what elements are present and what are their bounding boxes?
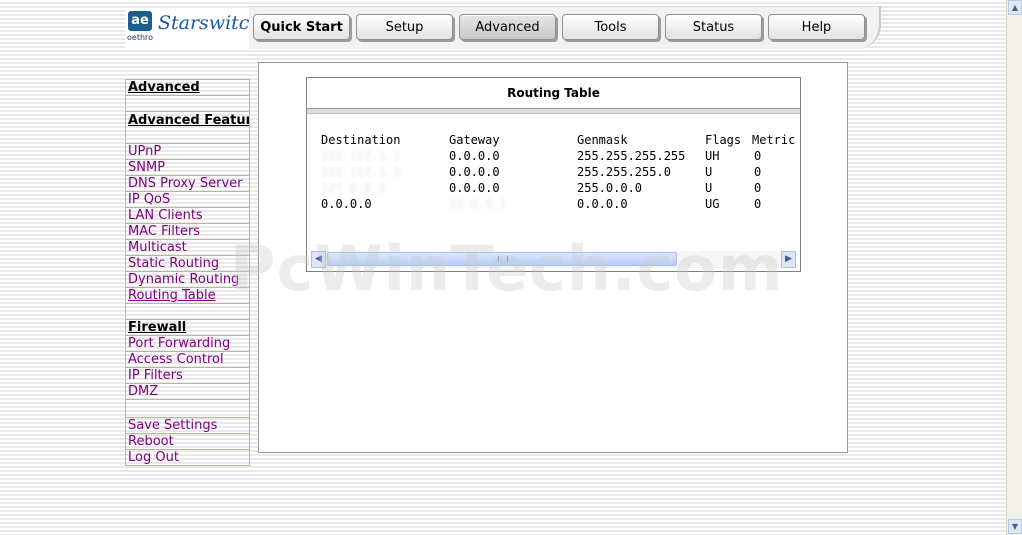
cell-metric: 0	[754, 149, 762, 163]
sidebar-item-dmz[interactable]: DMZ	[125, 384, 250, 400]
brand-name: Starswitch	[158, 12, 262, 34]
sidebar-spacer	[125, 96, 250, 112]
cell-genmask: 255.255.255.0	[577, 165, 671, 179]
tab-tools[interactable]: Tools	[562, 14, 659, 40]
sidebar-spacer	[125, 400, 250, 418]
cell-destination: 127.0.0.0	[321, 181, 387, 195]
cell-gateway: 0.0.0.0	[449, 181, 500, 195]
cell-genmask: 255.0.0.0	[577, 181, 643, 195]
sidebar-heading-firewall: Firewall	[125, 320, 250, 336]
title-separator	[307, 108, 800, 114]
sidebar-item-ip-filters[interactable]: IP Filters	[125, 368, 250, 384]
cell-gateway: 0.0.0.0	[449, 149, 500, 163]
cell-flags: UG	[705, 197, 720, 211]
brand-logo: ae oethro Starswitch	[125, 10, 262, 48]
sidebar-item-save-settings[interactable]: Save Settings	[125, 418, 250, 434]
column-header-flags: Flags	[705, 133, 742, 147]
sidebar-item-log-out[interactable]: Log Out	[125, 450, 250, 466]
sidebar-item-reboot[interactable]: Reboot	[125, 434, 250, 450]
tab-status[interactable]: Status	[665, 14, 762, 40]
top-nav: Quick Start Setup Advanced Tools Status …	[249, 6, 881, 49]
routing-table-title: Routing Table	[507, 86, 600, 100]
column-header-metric: Metric	[752, 133, 796, 147]
cell-metric: 0	[754, 165, 762, 179]
scroll-down-arrow-icon[interactable]: ▼	[1008, 519, 1022, 534]
cell-destination: 192.168.1.1	[321, 149, 401, 163]
sidebar-item-lan-clients[interactable]: LAN Clients	[125, 208, 250, 224]
cell-destination: 192.168.1.0	[321, 165, 401, 179]
logo-subtext: oethro	[127, 33, 154, 42]
sidebar-spacer	[125, 304, 250, 320]
sidebar-item-dns-proxy[interactable]: DNS Proxy Server	[125, 176, 250, 192]
sidebar-item-port-forwarding[interactable]: Port Forwarding	[125, 336, 250, 352]
cell-flags: U	[705, 165, 713, 179]
tab-quick-start[interactable]: Quick Start	[253, 14, 350, 40]
watermark: PcWinTech.com	[230, 232, 784, 305]
cell-metric: 0	[754, 181, 762, 195]
tab-help[interactable]: Help	[768, 14, 865, 40]
scroll-up-arrow-icon[interactable]: ▲	[1008, 0, 1022, 15]
sidebar-item-snmp[interactable]: SNMP	[125, 160, 250, 176]
column-header-genmask: Genmask	[577, 133, 628, 147]
cell-genmask: 255.255.255.255	[577, 149, 686, 163]
sidebar-item-ip-qos[interactable]: IP QoS	[125, 192, 250, 208]
sidebar-heading-advanced-features: Advanced Features	[125, 112, 250, 144]
cell-flags: UH	[705, 149, 720, 163]
cell-gateway: 10.0.0.1	[449, 197, 507, 211]
logo-mark-icon: ae	[128, 11, 152, 31]
tab-advanced[interactable]: Advanced	[459, 14, 556, 40]
cell-destination: 0.0.0.0	[321, 197, 372, 211]
column-header-gateway: Gateway	[449, 133, 500, 147]
sidebar-item-access-control[interactable]: Access Control	[125, 352, 250, 368]
column-header-destination: Destination	[321, 133, 401, 147]
sidebar-title: Advanced	[125, 79, 250, 96]
cell-genmask: 0.0.0.0	[577, 197, 628, 211]
tab-setup[interactable]: Setup	[356, 14, 453, 40]
sidebar-item-upnp[interactable]: UPnP	[125, 144, 250, 160]
cell-gateway: 0.0.0.0	[449, 165, 500, 179]
cell-flags: U	[705, 181, 713, 195]
window-vertical-scrollbar[interactable]: ▲ ▼	[1006, 0, 1022, 535]
cell-metric: 0	[754, 197, 762, 211]
